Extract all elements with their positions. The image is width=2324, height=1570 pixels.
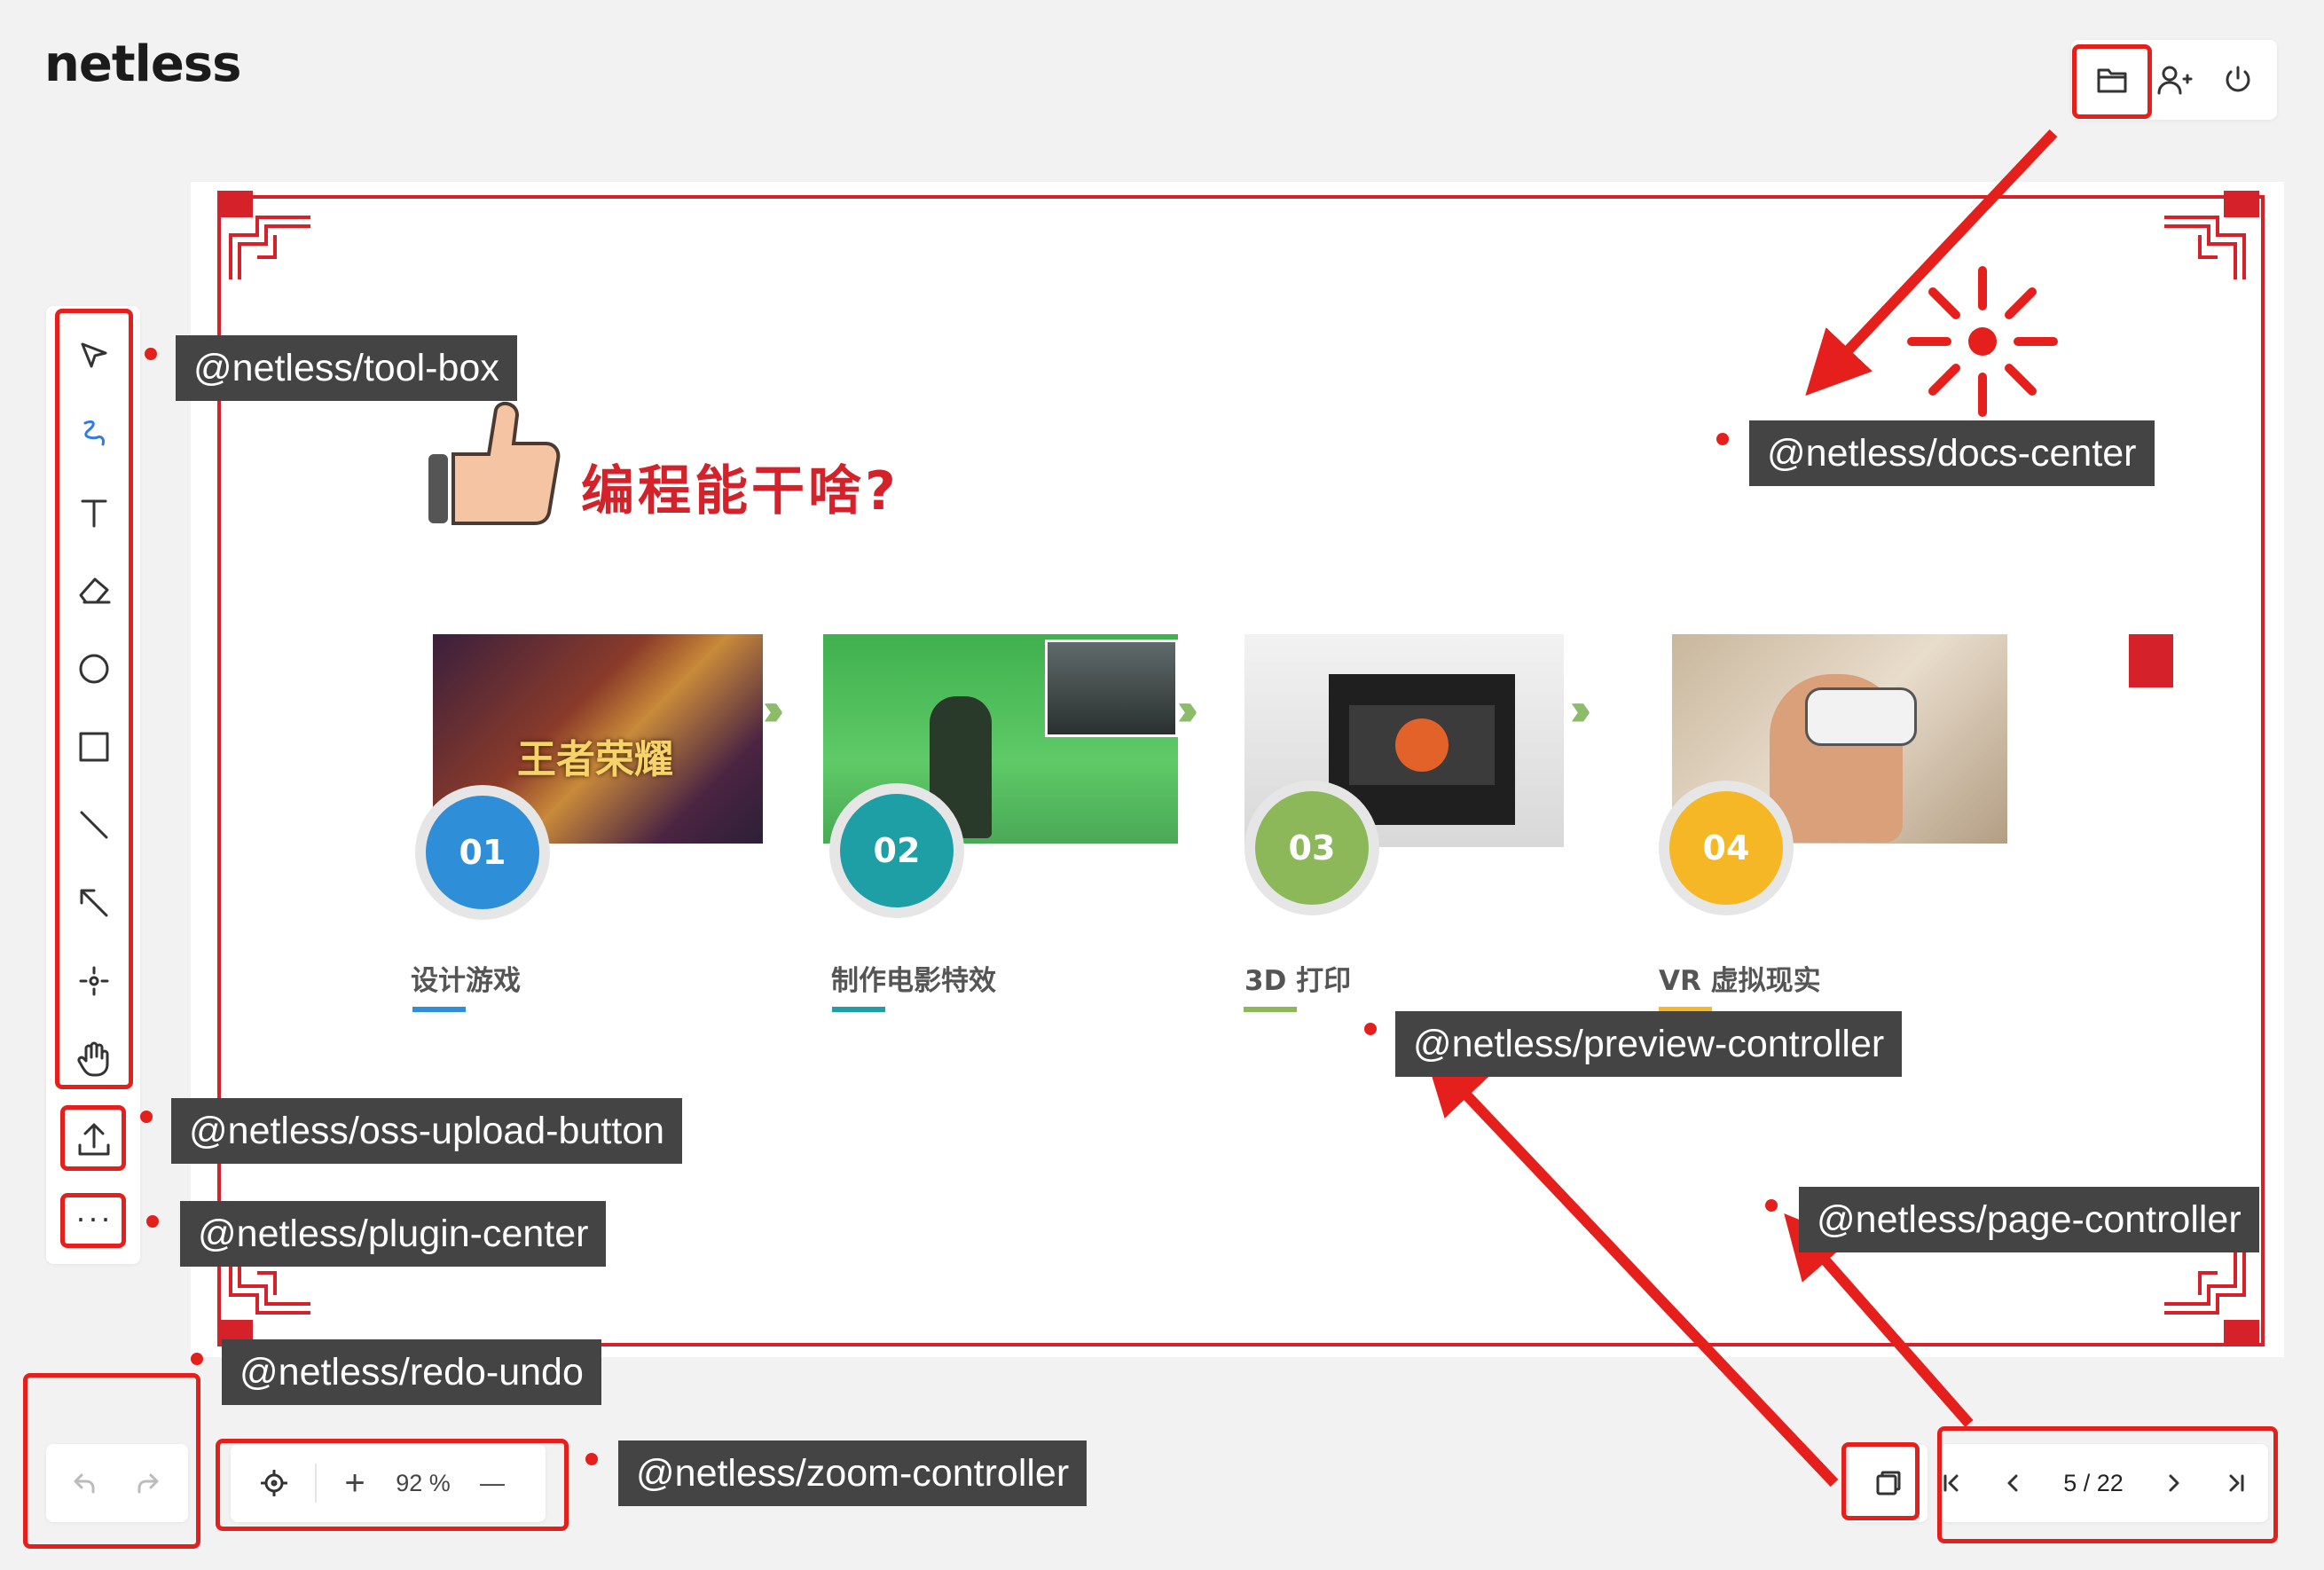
oss-upload-highlight xyxy=(60,1105,126,1171)
oss-upload-label: @netless/oss-upload-button xyxy=(171,1098,683,1164)
annotation-dot xyxy=(146,1215,159,1228)
plugin-center-highlight xyxy=(60,1193,126,1248)
hand-icon xyxy=(77,1041,109,1077)
selector-tool[interactable] xyxy=(62,324,126,388)
arrow-icon xyxy=(80,889,108,917)
app-logo: netless xyxy=(44,35,241,93)
laser-pointer-icon xyxy=(79,966,109,996)
annotation-dot xyxy=(1364,1023,1377,1035)
annotation-dot xyxy=(585,1453,598,1465)
invite-button[interactable] xyxy=(2145,46,2205,114)
preview-controller-label: @netless/preview-controller xyxy=(1395,1011,1903,1077)
annotation-dot xyxy=(145,348,157,360)
step-badge-04: 04 xyxy=(1659,781,1794,915)
pencil-tool[interactable] xyxy=(62,402,126,466)
rectangle-icon xyxy=(79,732,109,762)
eraser-icon xyxy=(79,577,111,604)
step-caption-02: 制作电影特效 xyxy=(831,965,996,997)
caption-underline xyxy=(832,1007,885,1012)
slide-title: 编程能干啥? xyxy=(581,460,899,522)
tool-box-label: @netless/tool-box xyxy=(176,335,517,401)
arrow-chevrons: ››› xyxy=(763,684,784,735)
arrow-chevrons: ››› xyxy=(1177,684,1198,735)
caption-underline xyxy=(412,1007,466,1012)
lantern-decoration xyxy=(2129,634,2173,687)
firework-decoration xyxy=(1907,266,2058,417)
step-caption-01: 设计游戏 xyxy=(411,965,521,997)
step-badge-01: 01 xyxy=(415,785,550,920)
page-controller-highlight xyxy=(1937,1426,2278,1543)
corner-fret-ornament xyxy=(229,216,310,279)
step-badge-02: 02 xyxy=(829,783,964,918)
annotation-dot xyxy=(191,1353,203,1365)
ellipse-tool[interactable] xyxy=(62,637,126,701)
annotation-dot xyxy=(140,1111,153,1123)
selector-icon xyxy=(81,342,107,368)
redo-undo-label: @netless/redo-undo xyxy=(222,1339,601,1405)
redo-undo-highlight xyxy=(23,1373,200,1549)
step-badge-03: 03 xyxy=(1244,781,1379,915)
caption-underline xyxy=(1244,1007,1297,1012)
ellipse-icon xyxy=(79,654,109,684)
exit-button[interactable] xyxy=(2207,46,2269,114)
straight-line-icon xyxy=(80,811,108,839)
preview-controller-highlight xyxy=(1841,1442,1920,1520)
pencil-icon xyxy=(83,420,105,446)
plugin-center-label: @netless/plugin-center xyxy=(180,1201,607,1267)
annotation-dot xyxy=(1765,1199,1778,1212)
corner-fret-ornament xyxy=(2164,1251,2246,1315)
annotation-dot xyxy=(1716,433,1729,445)
game-logo-text: 王者荣耀 xyxy=(517,737,673,782)
hand-tool[interactable] xyxy=(62,1027,126,1091)
laser-pointer-tool[interactable] xyxy=(62,949,126,1013)
step-caption-03: 3D 打印 xyxy=(1244,965,1352,997)
eraser-tool[interactable] xyxy=(62,559,126,623)
step-caption-04: VR 虚拟现实 xyxy=(1659,965,1821,997)
page-controller-label: @netless/page-controller xyxy=(1799,1187,2259,1252)
docs-center-label: @netless/docs-center xyxy=(1749,420,2155,486)
straight-line-tool[interactable] xyxy=(62,793,126,857)
docs-center-highlight xyxy=(2072,44,2152,119)
printed-object xyxy=(1395,718,1449,772)
text-tool[interactable] xyxy=(62,481,126,545)
arrow-tool[interactable] xyxy=(62,871,126,935)
text-icon xyxy=(81,499,107,528)
corner-fret-ornament xyxy=(2164,216,2246,279)
rectangle-tool[interactable] xyxy=(62,715,126,779)
zoom-controller-label: @netless/zoom-controller xyxy=(618,1440,1087,1506)
user-plus-icon xyxy=(2157,66,2193,95)
arrow-chevrons: ››› xyxy=(1570,684,1591,735)
vr-headset xyxy=(1805,687,1917,746)
zoom-controller-highlight xyxy=(216,1439,569,1531)
power-icon xyxy=(2226,66,2250,92)
thumbs-up-icon xyxy=(428,401,561,525)
film-inset-preview xyxy=(1045,640,1178,737)
